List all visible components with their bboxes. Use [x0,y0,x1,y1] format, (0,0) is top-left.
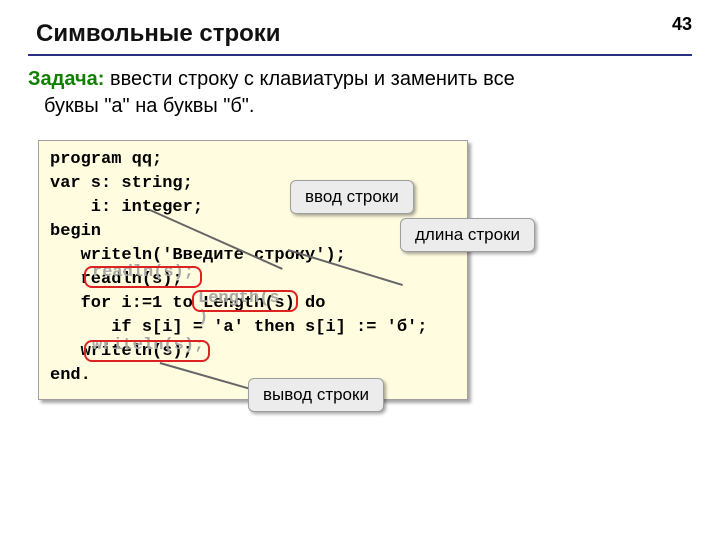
task-text-line-2: буквы "а" на буквы "б". [28,93,600,120]
task-block: Задача: ввести строку с клавиатуры и зам… [28,66,600,120]
task-label: Задача: [28,68,104,90]
code-line: var s: string; [50,174,193,193]
task-text-line-1: ввести строку с клавиатуры и заменить вс… [110,68,515,90]
page-title: Символьные строки [36,20,281,48]
code-line: end. [50,366,91,385]
highlight-readln [84,266,202,288]
code-line: program qq; [50,150,162,169]
page-number: 43 [672,14,692,35]
code-line: writeln('Введите строку'); [50,246,346,265]
highlight-length [192,290,298,312]
callout-input: ввод строки [290,180,414,214]
highlight-writeln [84,340,210,362]
callout-length: длина строки [400,218,535,252]
callout-output: вывод строки [248,378,384,412]
title-underline [28,54,692,56]
code-line: i: integer; [50,198,203,217]
code-line: begin [50,222,101,241]
code-line: if s[i] = 'а' then s[i] := 'б'; [50,318,427,337]
